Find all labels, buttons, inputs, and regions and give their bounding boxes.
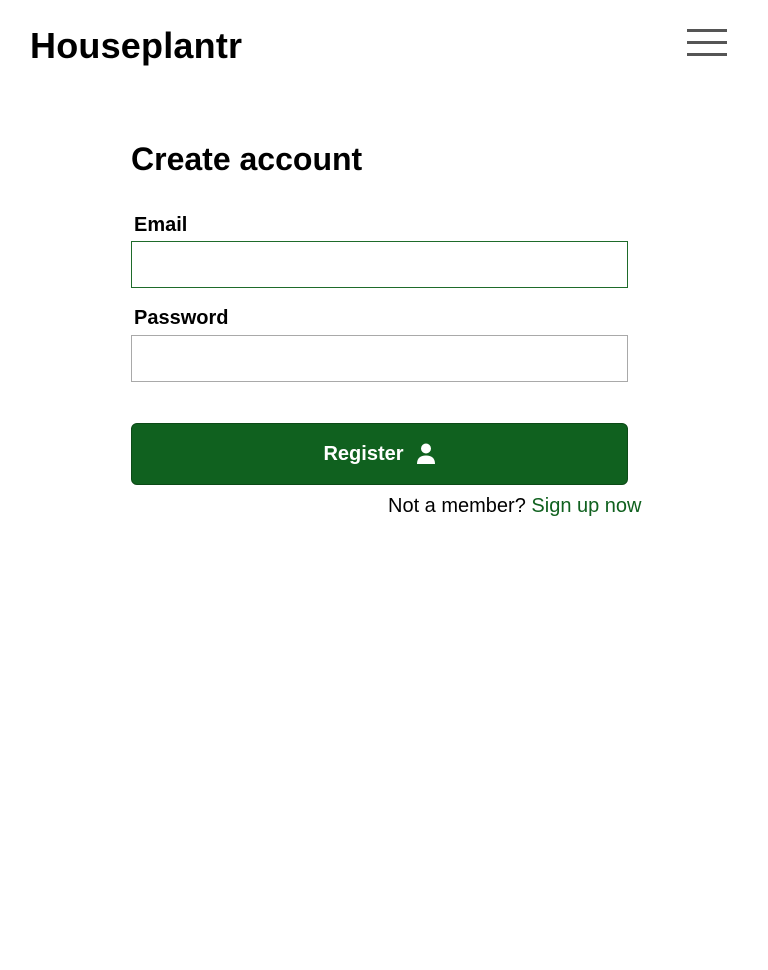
password-label: Password [134, 307, 229, 329]
hamburger-menu-button[interactable] [684, 26, 730, 62]
register-button[interactable]: Register [131, 423, 628, 485]
email-label: Email [134, 214, 188, 236]
email-field[interactable] [131, 241, 628, 288]
menu-bar [687, 41, 727, 44]
password-field[interactable] [131, 335, 628, 382]
signup-prompt: Not a member? Sign up now [388, 494, 641, 518]
user-icon [416, 443, 436, 465]
signup-prompt-text: Not a member? [388, 495, 526, 517]
menu-bar [687, 53, 727, 56]
sign-up-link[interactable]: Sign up now [531, 495, 641, 517]
register-button-label: Register [323, 442, 404, 465]
menu-bar [687, 29, 727, 32]
form-title: Create account [131, 141, 363, 177]
register-page: Houseplantr Create account Email Passwor… [0, 0, 768, 970]
app-brand: Houseplantr [30, 25, 243, 66]
